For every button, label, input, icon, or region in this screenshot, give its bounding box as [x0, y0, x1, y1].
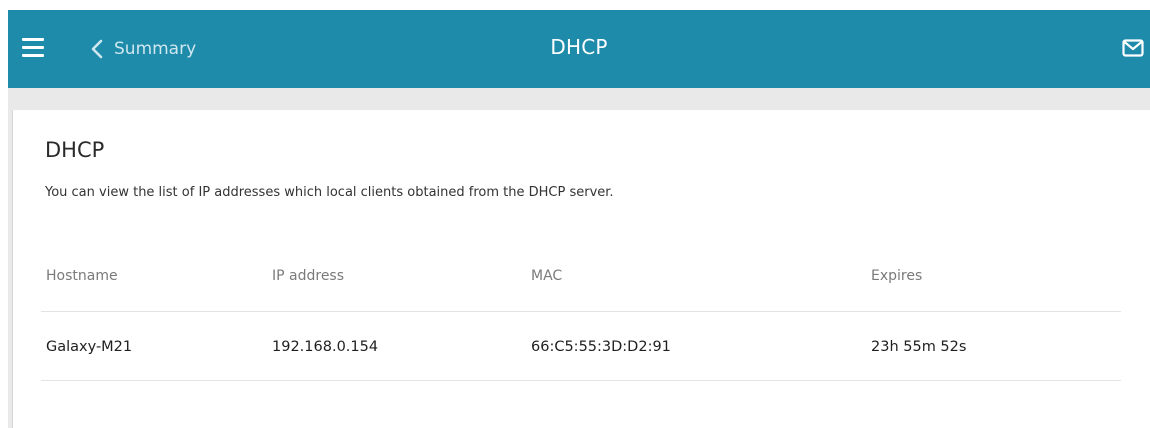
section-description: You can view the list of IP addresses wh…	[45, 185, 614, 200]
column-header-hostname[interactable]: Hostname	[46, 248, 118, 304]
column-header-ip-address[interactable]: IP address	[272, 248, 344, 304]
dhcp-table: Hostname IP address MAC Expires Galaxy-M…	[41, 248, 1121, 381]
table-header-row: Hostname IP address MAC Expires	[41, 248, 1121, 312]
cell-ip-address: 192.168.0.154	[272, 339, 379, 355]
cell-expires: 23h 55m 52s	[871, 339, 967, 355]
mail-icon[interactable]	[1122, 38, 1144, 58]
cell-mac: 66:C5:55:3D:D2:91	[531, 339, 671, 355]
column-header-expires[interactable]: Expires	[871, 248, 922, 304]
section-heading: DHCP	[45, 138, 105, 162]
column-header-mac[interactable]: MAC	[531, 248, 562, 304]
top-bar: Summary DHCP	[8, 10, 1150, 88]
cell-hostname: Galaxy-M21	[46, 339, 133, 355]
table-row[interactable]: Galaxy-M21 192.168.0.154 66:C5:55:3D:D2:…	[41, 312, 1121, 381]
page-title: DHCP	[550, 35, 608, 59]
